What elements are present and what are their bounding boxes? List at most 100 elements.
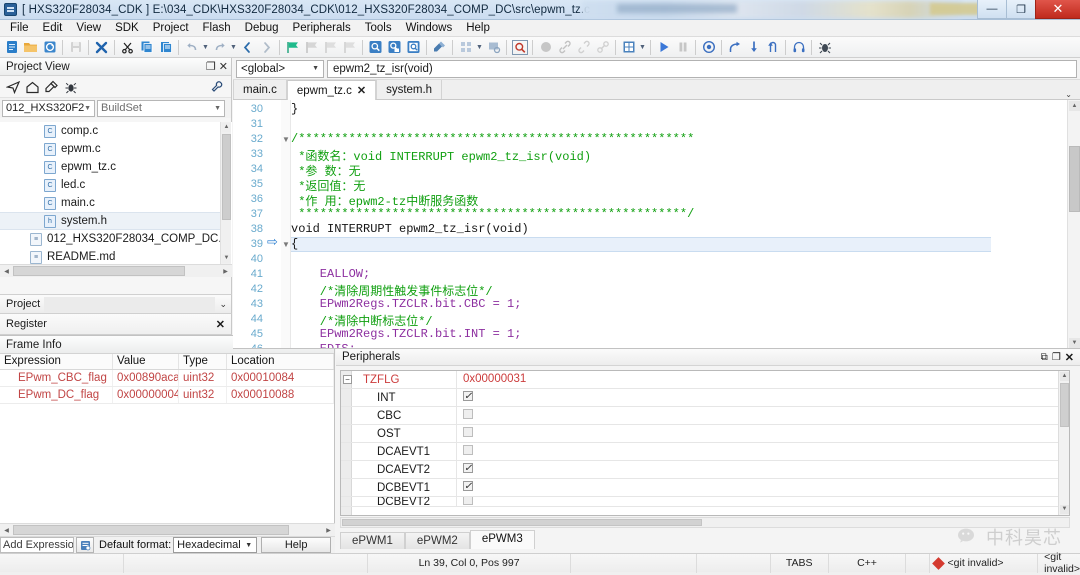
redo-icon[interactable] xyxy=(210,38,229,57)
menu-project[interactable]: Project xyxy=(146,21,196,35)
menu-windows[interactable]: Windows xyxy=(399,21,460,35)
close-button[interactable]: ✕ xyxy=(1035,0,1080,19)
bitfield-value[interactable] xyxy=(456,388,1069,407)
table-row[interactable]: EPwm_DC_flag 0x00000004 uint32 0x0001008… xyxy=(0,387,334,404)
redo-dropdown-caret[interactable]: ▼ xyxy=(229,38,238,57)
menu-help[interactable]: Help xyxy=(459,21,497,35)
register-value[interactable]: 0x00000031 xyxy=(456,371,1069,389)
paste-icon[interactable] xyxy=(156,38,175,57)
expression-options-icon[interactable] xyxy=(76,537,94,553)
undo-icon[interactable] xyxy=(182,38,201,57)
scroll-left-arrow[interactable]: ◀ xyxy=(0,268,13,275)
bitfield-row-dcbevt2[interactable]: DCBEVT2 xyxy=(341,497,1069,507)
search-highlight-icon[interactable] xyxy=(510,38,529,57)
tab-epwm2[interactable]: ePWM2 xyxy=(404,532,470,549)
bookmark-toggle-icon[interactable] xyxy=(283,38,302,57)
close-icon[interactable]: ✕ xyxy=(1063,351,1076,364)
menu-edit[interactable]: Edit xyxy=(36,21,70,35)
tab-epwm-tz-c[interactable]: epwm_tz.c ✕ xyxy=(286,80,377,100)
debug-project-icon[interactable] xyxy=(61,77,80,96)
status-git-right[interactable]: <git invalid> xyxy=(1038,551,1080,575)
step-out-icon[interactable] xyxy=(763,38,782,57)
scroll-down-arrow[interactable]: ▼ xyxy=(1060,505,1069,514)
bitfield-row-cbc[interactable]: CBC xyxy=(341,406,1069,425)
step-into-icon[interactable] xyxy=(744,38,763,57)
tree-item-system-h[interactable]: h system.h xyxy=(0,212,220,230)
scroll-down-arrow[interactable]: ▼ xyxy=(222,254,231,263)
new-file-icon[interactable] xyxy=(2,38,21,57)
navigate-forward-icon[interactable] xyxy=(257,38,276,57)
bitfield-row-dcaevt2[interactable]: DCAEVT2 xyxy=(341,460,1069,479)
bookmark-prev-icon[interactable] xyxy=(321,38,340,57)
bitfield-checkbox[interactable] xyxy=(463,445,473,456)
tab-epwm1[interactable]: ePWM1 xyxy=(340,532,405,549)
bitfield-checkbox[interactable] xyxy=(463,388,473,405)
bookmark-next-icon[interactable] xyxy=(302,38,321,57)
bitfield-row-dcbevt1[interactable]: DCBEVT1 xyxy=(341,478,1069,497)
tree-scroll-thumb[interactable] xyxy=(222,134,231,220)
status-tabs-mode[interactable]: TABS xyxy=(771,553,829,573)
chain-disabled-icon[interactable] xyxy=(593,38,612,57)
scroll-right-arrow[interactable]: ▶ xyxy=(219,268,232,275)
bitfield-checkbox[interactable] xyxy=(463,409,473,420)
close-icon[interactable]: ✕ xyxy=(219,60,228,73)
tree-horizontal-scrollbar[interactable]: ◀ ▶ xyxy=(0,264,232,277)
register-dropdown-caret[interactable]: ▼ xyxy=(638,38,647,57)
settings-wrench-icon[interactable] xyxy=(208,77,227,96)
tree-item-epwm-tz-c[interactable]: C epwm_tz.c xyxy=(0,158,220,176)
menu-debug[interactable]: Debug xyxy=(238,21,286,35)
help-button[interactable]: Help xyxy=(261,537,332,553)
debug-bug-icon[interactable] xyxy=(815,38,834,57)
tab-close-icon[interactable]: ✕ xyxy=(357,84,366,97)
pause-icon[interactable] xyxy=(673,38,692,57)
replace-icon[interactable] xyxy=(385,38,404,57)
status-git-left-wrap[interactable]: <git invalid> xyxy=(930,553,1039,573)
navigate-back-icon[interactable] xyxy=(238,38,257,57)
bitfield-row-int[interactable]: INT xyxy=(341,388,1069,407)
column-type[interactable]: Type xyxy=(179,354,227,369)
tree-item-epwm-c[interactable]: C epwm.c xyxy=(0,140,220,158)
delete-icon[interactable] xyxy=(92,38,111,57)
tab-main-c[interactable]: main.c xyxy=(233,80,287,99)
build-dropdown-caret[interactable]: ▼ xyxy=(475,38,484,57)
minimize-button[interactable]: — xyxy=(977,0,1006,19)
scroll-down-arrow[interactable]: ▼ xyxy=(1069,338,1080,348)
tab-system-h[interactable]: system.h xyxy=(376,80,443,99)
bitfield-checkbox[interactable] xyxy=(463,427,473,438)
menu-peripherals[interactable]: Peripherals xyxy=(286,21,358,35)
headset-icon[interactable] xyxy=(789,38,808,57)
bookmark-clear-icon[interactable] xyxy=(340,38,359,57)
code-editor[interactable]: 30 31 32 33 34 35 36 37 38 39 40 41 42 4… xyxy=(233,100,1080,349)
run-icon[interactable] xyxy=(654,38,673,57)
bitfield-row-dcaevt1[interactable]: DCAEVT1 xyxy=(341,442,1069,461)
collapse-expander-icon[interactable]: − xyxy=(343,375,352,384)
maximize-button[interactable]: ❐ xyxy=(1006,0,1035,19)
bitfield-value[interactable] xyxy=(456,460,1069,479)
tree-vertical-scrollbar[interactable]: ▲ ▼ xyxy=(220,122,231,277)
breakpoint-gutter[interactable] xyxy=(269,100,281,348)
peripherals-hscroll-thumb[interactable] xyxy=(342,519,702,526)
project-dock-field[interactable] xyxy=(44,296,216,312)
find-in-files-icon[interactable] xyxy=(404,38,423,57)
register-view-icon[interactable] xyxy=(619,38,638,57)
halt-icon[interactable] xyxy=(699,38,718,57)
copy-icon[interactable] xyxy=(137,38,156,57)
code-vertical-scrollbar[interactable]: ▲ ▼ xyxy=(1067,100,1080,348)
refresh-project-icon[interactable] xyxy=(40,38,59,57)
symbol-select[interactable]: epwm2_tz_isr(void) xyxy=(327,59,1077,78)
scroll-up-arrow[interactable]: ▲ xyxy=(1069,101,1080,111)
code-scroll-thumb[interactable] xyxy=(1069,146,1080,212)
scroll-right-arrow[interactable]: ▶ xyxy=(322,527,335,534)
close-icon[interactable]: ✕ xyxy=(216,318,225,331)
build-icon[interactable] xyxy=(430,38,449,57)
bitfield-checkbox[interactable] xyxy=(463,478,473,495)
frame-info-horizontal-scrollbar[interactable]: ◀ ▶ xyxy=(0,523,335,536)
open-folder-icon[interactable] xyxy=(21,38,40,57)
menu-view[interactable]: View xyxy=(69,21,108,35)
tree-hscroll-thumb[interactable] xyxy=(13,266,185,276)
tab-epwm3[interactable]: ePWM3 xyxy=(469,530,535,549)
bitfield-value[interactable] xyxy=(456,497,1069,506)
column-expression[interactable]: Expression xyxy=(0,354,113,369)
default-format-select[interactable]: Hexadecimal ▼ xyxy=(173,537,258,553)
status-language[interactable]: C++ xyxy=(829,553,907,573)
